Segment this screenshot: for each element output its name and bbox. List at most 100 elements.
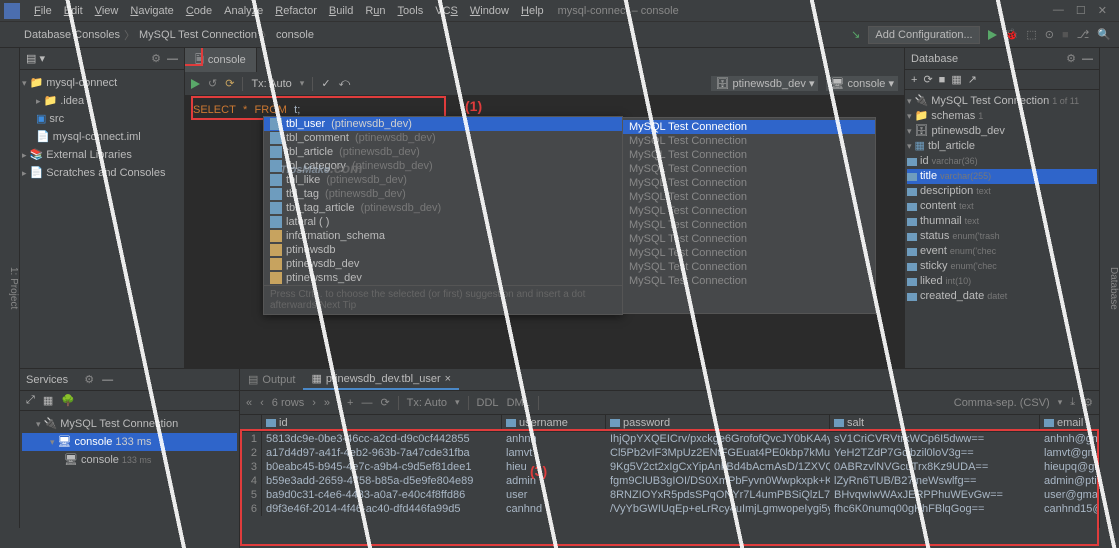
filter-icon[interactable]: ▦ [951, 73, 961, 86]
autocomplete-item[interactable]: tbl_tag(ptinewsdb_dev) [264, 187, 622, 201]
gear-icon[interactable]: ⚙ [1083, 396, 1093, 409]
menu-tools[interactable]: Tools [392, 3, 430, 19]
hide-icon[interactable]: — [1082, 53, 1093, 65]
menu-navigate[interactable]: Navigate [124, 3, 179, 19]
maximize-icon[interactable]: ☐ [1076, 4, 1086, 17]
autocomplete-item[interactable]: lateral ( ) [264, 215, 622, 229]
autocomplete-item[interactable]: tbl_comment(ptinewsdb_dev) [264, 131, 622, 145]
project-root-node[interactable]: ▾📁 mysql-connect [22, 74, 182, 92]
project-folder-src[interactable]: ▣ src [22, 110, 182, 128]
menu-help[interactable]: Help [515, 3, 550, 19]
datasource-node[interactable]: ▾🔌 MySQL Test Connection 1 of 11 [907, 94, 1097, 109]
ddl-button[interactable]: DDL [477, 397, 499, 409]
autocomplete-item[interactable]: ptinewsdb_dev [264, 257, 622, 271]
menu-file[interactable]: File [28, 3, 58, 19]
stop-icon[interactable]: ■ [939, 74, 946, 86]
tx-mode-label[interactable]: Tx: Auto [407, 397, 447, 409]
menu-build[interactable]: Build [323, 3, 359, 19]
autocomplete-item[interactable]: tbl_category(ptinewsdb_dev) [264, 159, 622, 173]
left-tool-rail[interactable]: 1: Project [0, 48, 20, 528]
next-page-icon[interactable]: › [312, 397, 316, 409]
filter-icon[interactable]: ▦ [43, 394, 53, 407]
search-icon[interactable]: 🔍 [1097, 28, 1111, 41]
hide-icon[interactable]: — [102, 374, 113, 386]
gear-icon[interactable]: ⚙ [84, 373, 94, 386]
autocomplete-item[interactable]: tbl_user(ptinewsdb_dev) [264, 117, 622, 131]
jump-icon[interactable]: ↗ [968, 73, 977, 86]
add-row-icon[interactable]: + [347, 397, 353, 409]
profiler-icon[interactable]: ⊙ [1045, 28, 1054, 41]
svc-console-child[interactable]: 🖥 console 133 ms [22, 451, 237, 469]
autocomplete-item[interactable]: ptinewsdb [264, 243, 622, 257]
svc-tab-output[interactable]: ▤ Output [240, 369, 303, 390]
db-column-node[interactable]: id varchar(36) [907, 154, 1097, 169]
schema-node[interactable]: ▾🗄 ptinewsdb_dev [907, 124, 1097, 139]
menu-window[interactable]: Window [464, 3, 515, 19]
menu-refactor[interactable]: Refactor [269, 3, 323, 19]
scratches-node[interactable]: ▸📄 Scratches and Consoles [22, 164, 182, 182]
project-folder-idea[interactable]: ▸📁 .idea [22, 92, 182, 110]
db-column-node[interactable]: thumnail text [907, 214, 1097, 229]
db-column-node[interactable]: title varchar(255) [907, 169, 1097, 184]
reload-icon[interactable]: ⟳ [380, 396, 389, 409]
refresh-icon[interactable]: ⟳ [923, 73, 932, 86]
table-node[interactable]: ▾▦ tbl_article [907, 139, 1097, 154]
prev-page-icon[interactable]: ‹ [260, 397, 264, 409]
active-console-dropdown[interactable]: 🖥 console ▾ [826, 76, 898, 91]
autocomplete-item[interactable]: tbl_tag_article(ptinewsdb_dev) [264, 201, 622, 215]
commit-icon[interactable]: ✓ [321, 77, 330, 90]
debug-icon[interactable]: 🐞 [1005, 28, 1019, 41]
autocomplete-item[interactable]: information_schema [264, 229, 622, 243]
breadcrumb-item[interactable]: console [276, 29, 314, 41]
first-page-icon[interactable]: « [246, 397, 252, 409]
project-view-dropdown[interactable]: ▤ ▾ [26, 52, 45, 65]
right-tool-rail[interactable]: Database [1099, 48, 1119, 528]
result-grid[interactable]: id username password salt email 15813dc9… [240, 415, 1099, 548]
autocomplete-item[interactable]: tbl_like(ptinewsdb_dev) [264, 173, 622, 187]
export-format-dropdown[interactable]: Comma-sep. (CSV) [954, 397, 1050, 409]
schemas-node[interactable]: ▾📁 schemas 1 [907, 109, 1097, 124]
svc-tab-result[interactable]: ▦ ptinewsdb_dev.tbl_user × [303, 369, 459, 390]
autocomplete-item[interactable]: tbl_article(ptinewsdb_dev) [264, 145, 622, 159]
menu-analyze[interactable]: Analyze [218, 3, 269, 19]
rollback-icon[interactable]: ⟳ [225, 77, 234, 90]
add-datasource-icon[interactable]: + [911, 74, 917, 86]
remove-row-icon[interactable]: — [361, 397, 372, 409]
run-icon[interactable] [988, 30, 997, 40]
menu-run[interactable]: Run [359, 3, 391, 19]
dml-button[interactable]: DML [507, 397, 530, 409]
menu-view[interactable]: View [89, 3, 125, 19]
breadcrumb-item[interactable]: MySQL Test Connection [139, 29, 257, 41]
close-icon[interactable]: ✕ [1098, 4, 1107, 17]
gear-icon[interactable]: ⚙ [151, 52, 161, 65]
db-column-node[interactable]: status enum('trash [907, 229, 1097, 244]
tx-mode-dropdown[interactable]: Tx: Auto [251, 78, 291, 90]
autocomplete-item[interactable]: ptinewsms_dev [264, 271, 622, 285]
history-icon[interactable]: ↺ [208, 77, 217, 90]
export-icon[interactable]: ⤓ [1070, 396, 1075, 409]
minimize-icon[interactable]: — [1053, 4, 1064, 17]
db-column-node[interactable]: sticky enum('chec [907, 259, 1097, 274]
gear-icon[interactable]: ⚙ [1066, 52, 1076, 65]
git-icon[interactable]: ⎇ [1077, 28, 1090, 41]
last-page-icon[interactable]: » [324, 397, 330, 409]
db-column-node[interactable]: event enum('chec [907, 244, 1097, 259]
db-column-node[interactable]: description text [907, 184, 1097, 199]
coverage-icon[interactable]: ⬚ [1026, 28, 1036, 41]
rollback-button-icon[interactable]: ⤺ [339, 77, 351, 90]
project-file-iml[interactable]: 📄 mysql-connect.iml [22, 128, 182, 146]
menu-vcs[interactable]: VCS [429, 3, 464, 19]
expand-icon[interactable]: ⤢ [26, 394, 35, 407]
run-configuration-dropdown[interactable]: Add Configuration... [868, 26, 979, 44]
external-libraries-node[interactable]: ▸📚 External Libraries [22, 146, 182, 164]
svc-connection-node[interactable]: ▾🔌 MySQL Test Connection [22, 415, 237, 433]
breadcrumb[interactable]: Database Consoles 〉 MySQL Test Connectio… [24, 27, 314, 43]
db-column-node[interactable]: liked int(10) [907, 274, 1097, 289]
db-column-node[interactable]: created_date datet [907, 289, 1097, 304]
menu-edit[interactable]: Edit [58, 3, 89, 19]
breadcrumb-item[interactable]: Database Consoles [24, 29, 120, 41]
stop-icon[interactable]: ■ [1062, 29, 1069, 41]
active-schema-dropdown[interactable]: 🗄 ptinewsdb_dev ▾ [711, 76, 818, 91]
menu-code[interactable]: Code [180, 3, 218, 19]
collapse-icon[interactable]: — [167, 53, 178, 65]
